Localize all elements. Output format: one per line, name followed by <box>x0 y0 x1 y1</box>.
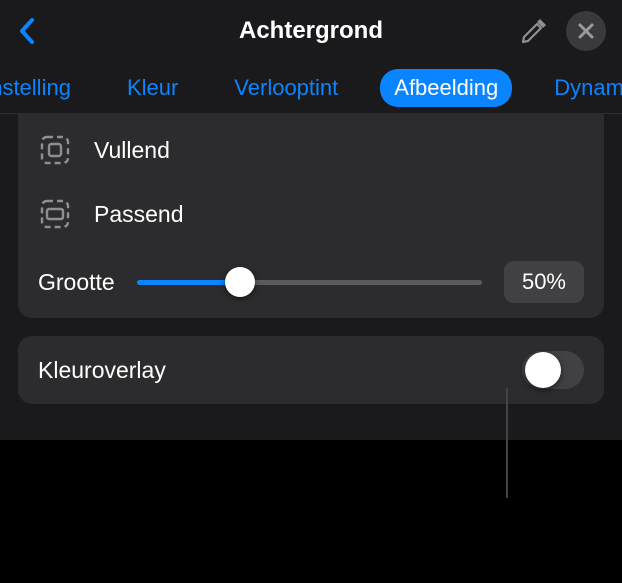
scale-fill-label: Vullend <box>94 137 170 164</box>
eyedropper-button[interactable] <box>516 13 552 49</box>
scale-fill-icon <box>38 133 72 167</box>
size-slider[interactable] <box>137 267 482 297</box>
tab-gradient[interactable]: Verlooptint <box>220 69 352 107</box>
size-label: Grootte <box>38 269 115 296</box>
close-button[interactable] <box>566 11 606 51</box>
tab-color[interactable]: Kleur <box>113 69 192 107</box>
size-row: Grootte 50% <box>38 246 584 318</box>
back-button[interactable] <box>10 14 44 48</box>
image-options-panel: Vullend Passend Grootte 50% <box>18 114 604 318</box>
tab-dynamic[interactable]: Dynamis <box>540 69 622 107</box>
scale-fit-icon <box>38 197 72 231</box>
size-value[interactable]: 50% <box>504 261 584 303</box>
tabs: rinstelling Kleur Verlooptint Afbeelding… <box>0 62 622 114</box>
eyedropper-icon <box>519 16 549 46</box>
color-overlay-toggle[interactable] <box>522 351 584 389</box>
chevron-left-icon <box>18 17 36 45</box>
slider-thumb[interactable] <box>225 267 255 297</box>
color-overlay-label: Kleuroverlay <box>38 357 166 384</box>
header: Achtergrond <box>0 0 622 62</box>
color-overlay-row: Kleuroverlay <box>18 336 604 404</box>
scale-fit-label: Passend <box>94 201 184 228</box>
page-title: Achtergrond <box>239 17 383 45</box>
tab-image[interactable]: Afbeelding <box>380 69 512 107</box>
tab-preset[interactable]: rinstelling <box>0 69 85 107</box>
scale-fill-option[interactable]: Vullend <box>38 118 584 182</box>
scale-fit-option[interactable]: Passend <box>38 182 584 246</box>
close-icon <box>577 22 595 40</box>
callout-line <box>506 388 508 498</box>
switch-knob <box>525 352 561 388</box>
